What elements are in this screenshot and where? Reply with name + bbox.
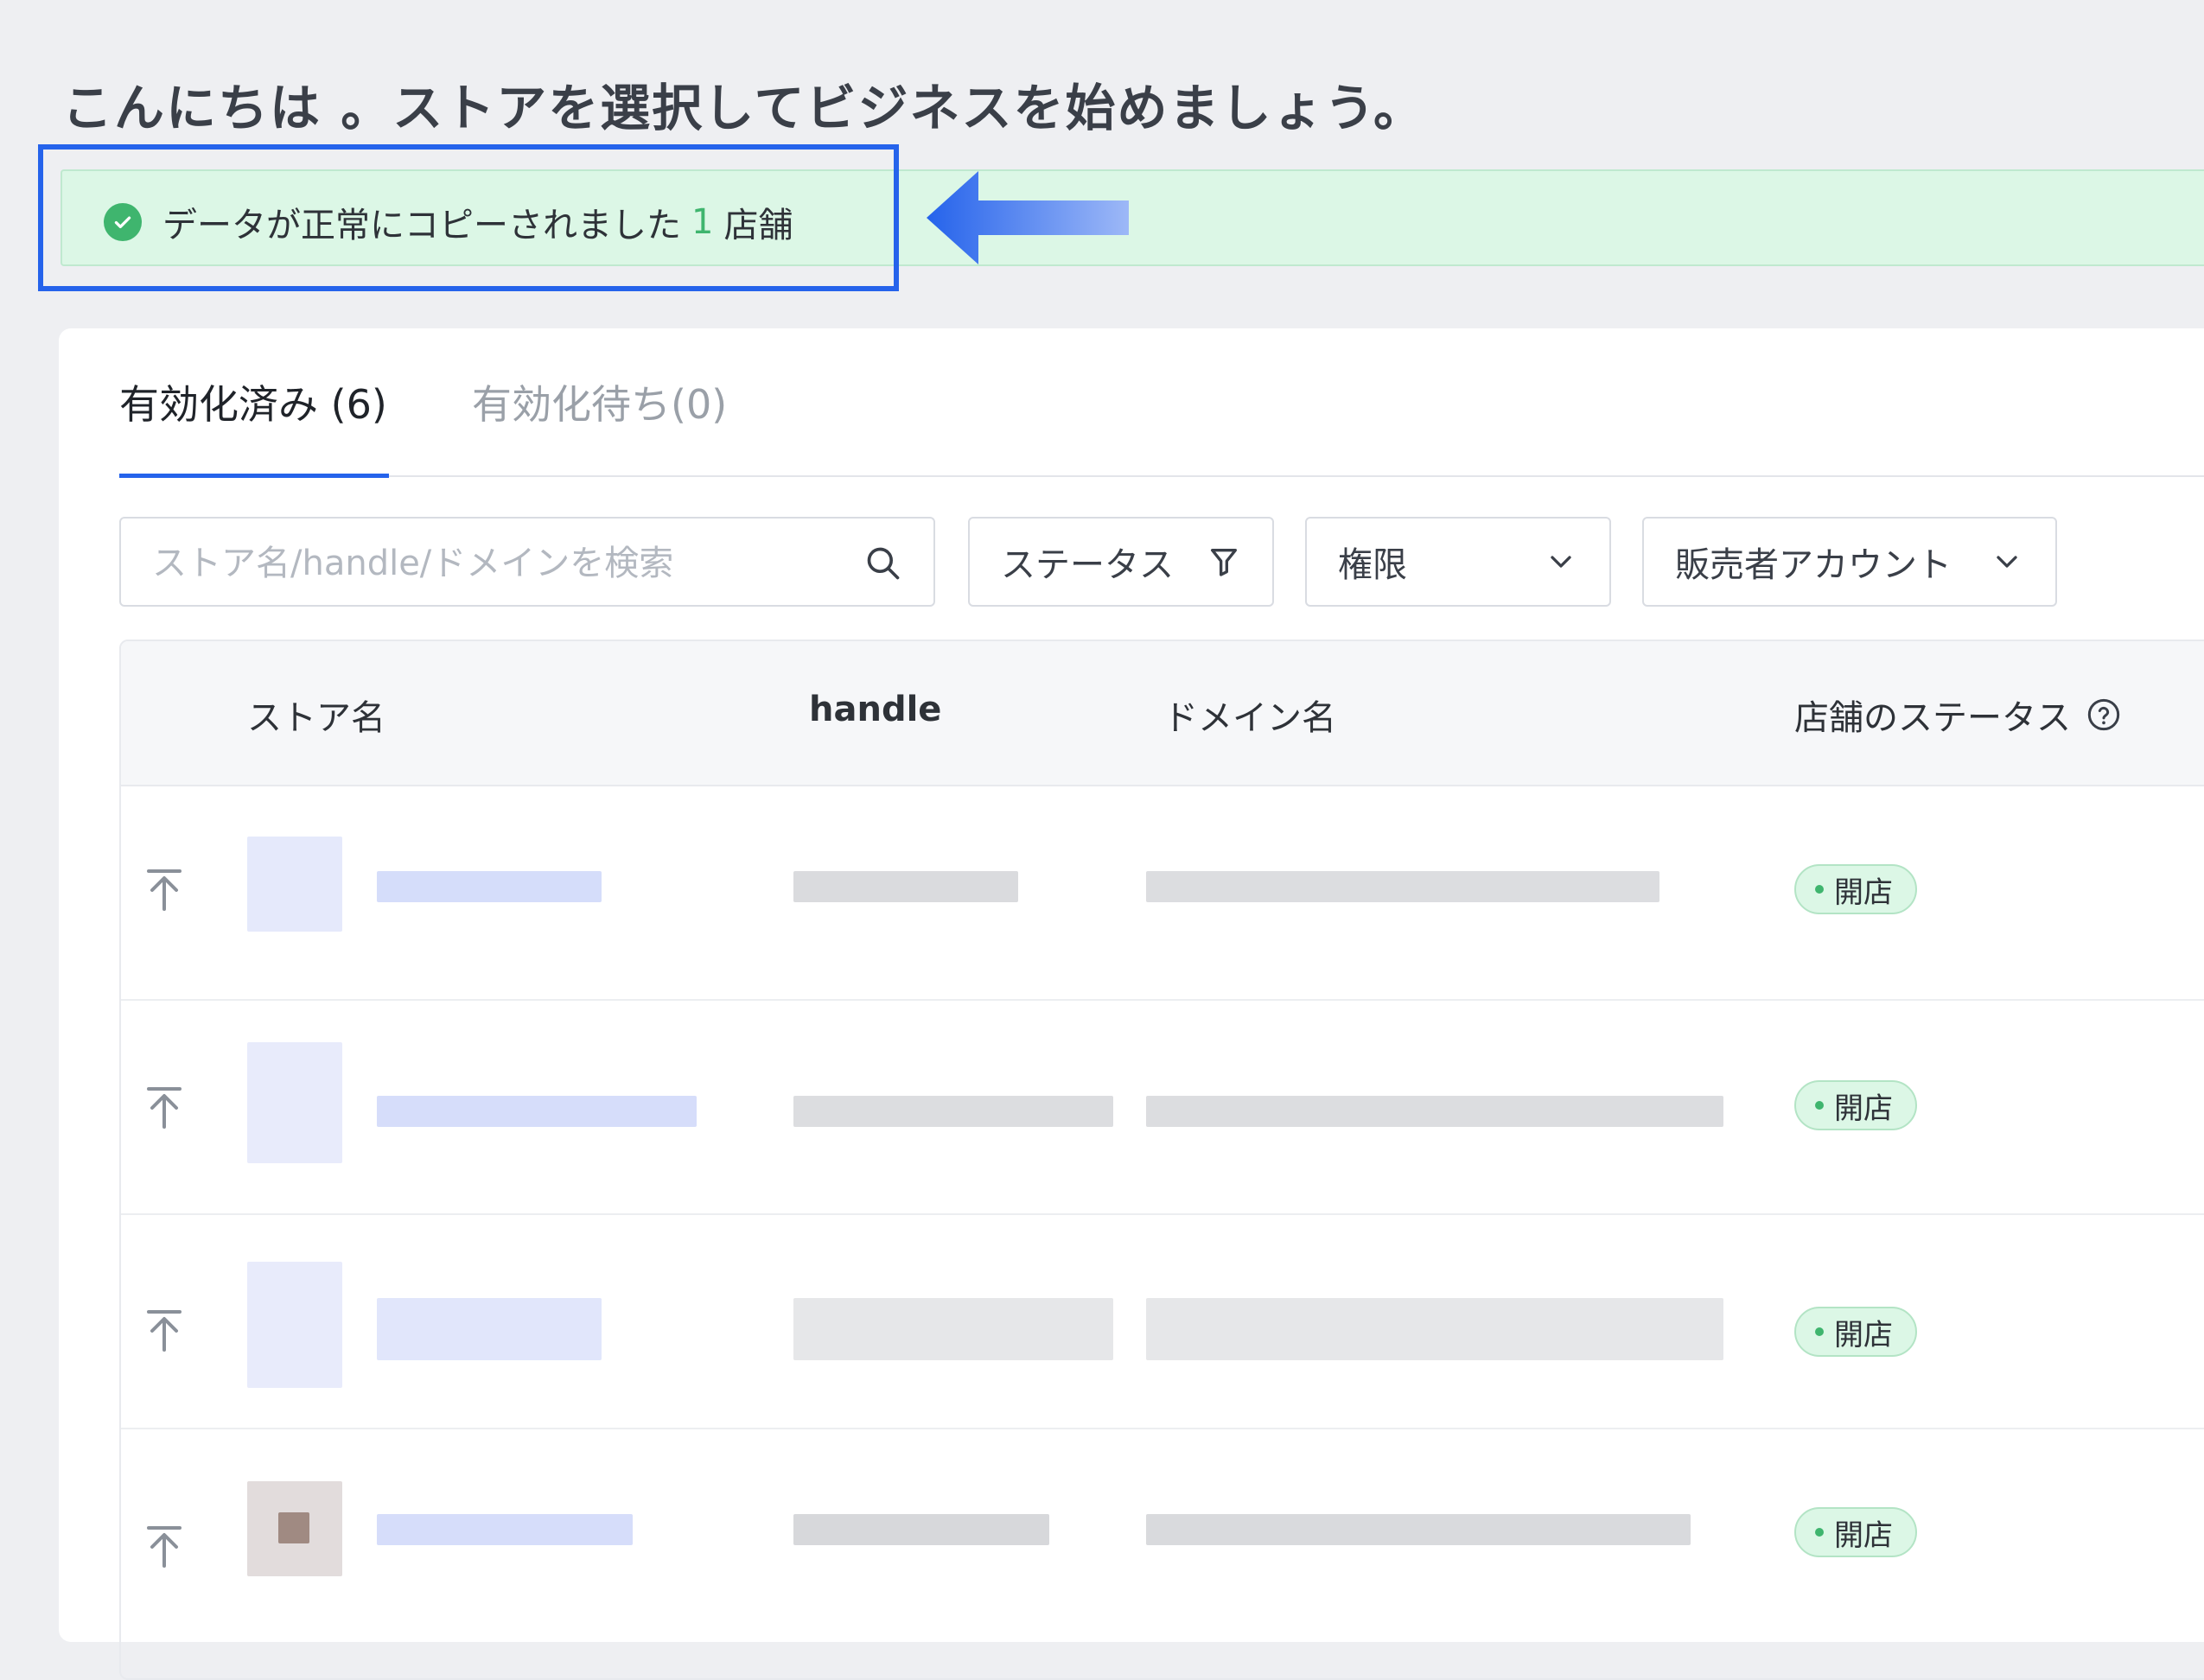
handle-blurred — [793, 1298, 1113, 1360]
status-badge-label: 開店 — [1834, 875, 1893, 910]
table-row[interactable]: 開店 — [121, 785, 2204, 1001]
store-table: ストア名 handle ドメイン名 店舗のステータス 開店 開店 開店 開店 — [119, 640, 2204, 1680]
search-icon[interactable] — [864, 544, 902, 582]
status-filter-label: ステータス — [1001, 545, 1174, 585]
chevron-down-icon — [1997, 556, 2017, 568]
tab-activated[interactable]: 有効化済み (6) — [119, 373, 387, 430]
store-logo-blurred — [247, 1262, 342, 1388]
domain-blurred — [1146, 1514, 1691, 1545]
pin-to-top-icon[interactable] — [145, 1308, 183, 1353]
status-dot — [1815, 1528, 1824, 1537]
status-badge: 開店 — [1794, 1080, 1917, 1130]
pin-to-top-icon[interactable] — [145, 1085, 183, 1130]
table-row[interactable]: 開店 — [121, 999, 2204, 1215]
pin-to-top-icon[interactable] — [145, 1524, 183, 1569]
status-dot — [1815, 1327, 1824, 1336]
column-header-store-status-label: 店舗のステータス — [1794, 698, 2071, 738]
handle-blurred — [793, 871, 1018, 902]
active-tab-indicator — [119, 474, 389, 478]
table-row[interactable]: 開店 — [121, 1213, 2204, 1429]
pin-to-top-icon[interactable] — [145, 868, 183, 913]
handle-blurred — [793, 1096, 1113, 1127]
chevron-down-icon — [1551, 556, 1571, 568]
status-filter-button[interactable]: ステータス — [968, 517, 1274, 607]
column-header-store-name: ストア名 — [247, 698, 385, 738]
domain-blurred — [1146, 1298, 1723, 1360]
status-badge-label: 開店 — [1834, 1317, 1893, 1352]
filter-bar: ステータス 権限 販売者アカウント — [119, 517, 2204, 607]
annotation-arrow-icon — [927, 171, 1129, 264]
annotation-highlight-box — [38, 144, 899, 291]
permission-dropdown-label: 権限 — [1338, 545, 1407, 585]
status-badge-label: 開店 — [1834, 1091, 1893, 1126]
store-name-blurred[interactable] — [377, 1096, 697, 1127]
store-name-blurred[interactable] — [377, 871, 602, 902]
status-dot — [1815, 885, 1824, 894]
status-badge: 開店 — [1794, 864, 1917, 914]
store-tabs: 有効化済み (6) 有効化待ち(0) — [119, 328, 2204, 478]
seller-account-dropdown-label: 販売者アカウント — [1675, 545, 1952, 585]
status-badge: 開店 — [1794, 1307, 1917, 1357]
store-list-card: 有効化済み (6) 有効化待ち(0) ステータス 権限 販売者アカウント ストア… — [59, 328, 2204, 1680]
page-greeting: こんにちは 。ストアを選択してビジネスを始めましょう。 — [62, 79, 1425, 137]
status-badge: 開店 — [1794, 1507, 1917, 1557]
store-logo-blurred — [247, 1042, 342, 1163]
column-header-store-status: 店舗のステータス — [1794, 690, 2121, 740]
table-row[interactable]: 開店 — [121, 1428, 2204, 1642]
domain-blurred — [1146, 871, 1659, 902]
column-header-domain: ドメイン名 — [1163, 698, 1336, 738]
store-logo-blurred-detail — [278, 1512, 309, 1543]
column-header-handle: handle — [809, 690, 942, 729]
search-input[interactable] — [150, 538, 863, 589]
search-box — [119, 517, 935, 607]
store-name-blurred[interactable] — [377, 1514, 633, 1545]
table-header: ストア名 handle ドメイン名 店舗のステータス — [121, 641, 2204, 786]
seller-account-dropdown[interactable]: 販売者アカウント — [1642, 517, 2057, 607]
domain-blurred — [1146, 1096, 1723, 1127]
permission-dropdown[interactable]: 権限 — [1305, 517, 1611, 607]
handle-blurred — [793, 1514, 1049, 1545]
store-logo-blurred — [247, 837, 342, 932]
help-circle-icon[interactable] — [2086, 697, 2121, 732]
store-name-blurred[interactable] — [377, 1298, 602, 1360]
filter-icon — [1211, 549, 1237, 576]
tab-pending[interactable]: 有効化待ち(0) — [472, 373, 727, 430]
status-dot — [1815, 1101, 1824, 1110]
status-badge-label: 開店 — [1834, 1518, 1893, 1553]
